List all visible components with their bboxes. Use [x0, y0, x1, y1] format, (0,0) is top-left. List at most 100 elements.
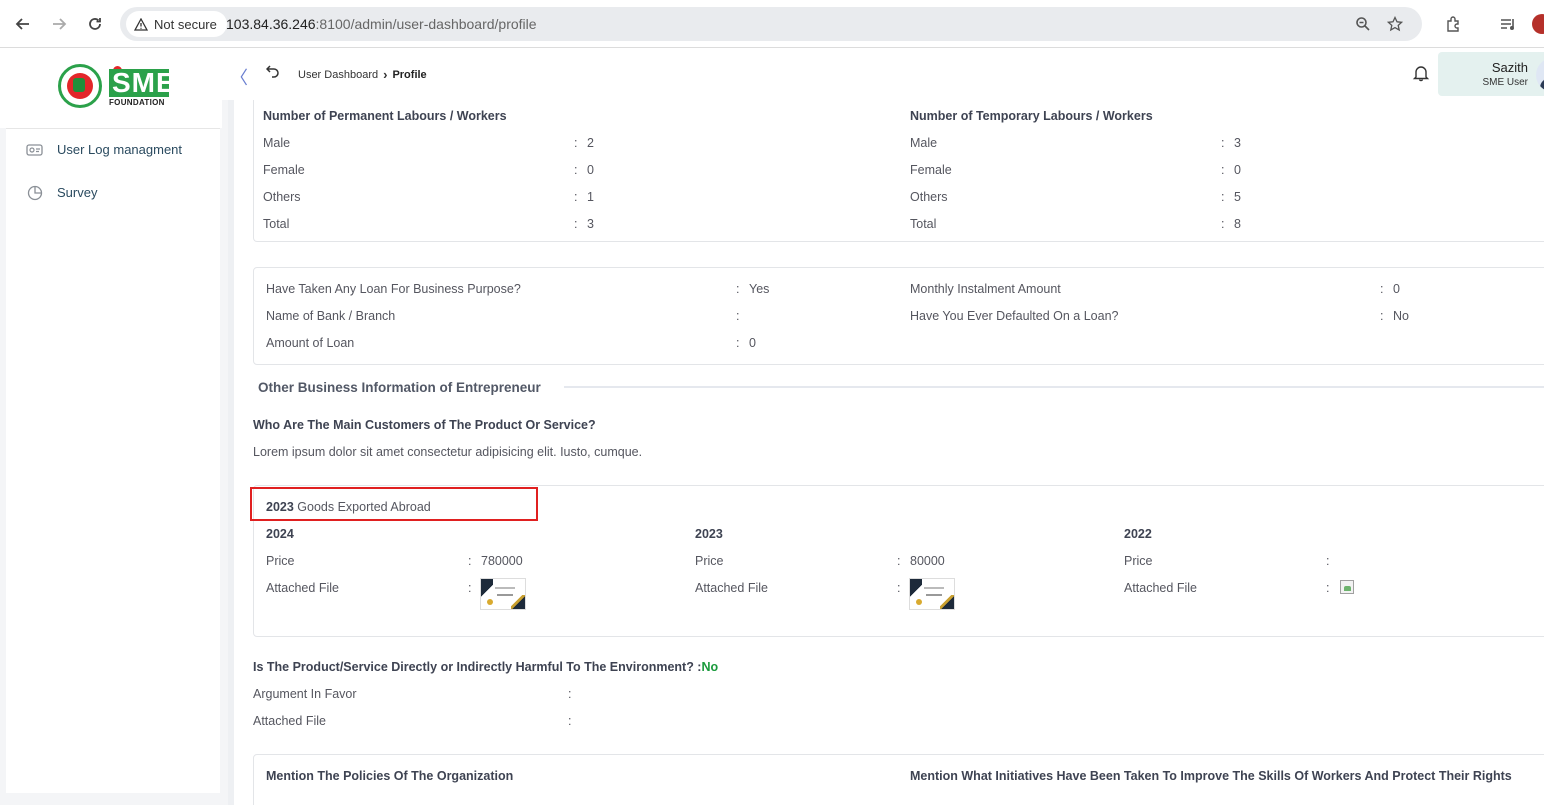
loan-card: Have Taken Any Loan For Business Purpose…: [253, 267, 1544, 365]
price-label: Price: [695, 554, 724, 568]
permanent-value: 1: [587, 190, 594, 204]
file-label: Attached File: [1124, 581, 1197, 595]
loan-label: Name of Bank / Branch: [266, 309, 396, 323]
user-name: Sazith: [1491, 60, 1528, 75]
url-path: :8100/admin/user-dashboard/profile: [315, 16, 537, 32]
back-arrow-icon[interactable]: [11, 12, 35, 36]
reload-icon[interactable]: [83, 12, 107, 36]
temporary-label: Female: [910, 163, 952, 177]
colon: :: [1326, 581, 1330, 595]
browser-profile-icon[interactable]: [1532, 14, 1544, 34]
log-icon: [26, 141, 43, 158]
policies-title: Mention The Policies Of The Organization: [266, 769, 514, 783]
price-label: Price: [1124, 554, 1153, 568]
colon: :: [468, 581, 472, 595]
pie-chart-icon: [26, 184, 43, 201]
colon: :: [1380, 282, 1384, 296]
colon: :: [736, 309, 740, 323]
sidebar-item-survey[interactable]: Survey: [26, 184, 97, 201]
sidebar-item-label: Survey: [57, 185, 98, 200]
colon: :: [1221, 163, 1225, 177]
security-label: Not secure: [154, 16, 217, 32]
price-value: 80000: [910, 554, 945, 568]
bookmark-star-icon[interactable]: [1386, 15, 1404, 33]
notification-bell-icon[interactable]: [1412, 64, 1432, 84]
temporary-label: Total: [910, 217, 937, 231]
colon: :: [736, 336, 740, 350]
avatar: [1536, 58, 1544, 92]
logo-subtext: FOUNDATION: [109, 98, 165, 107]
colon: :: [897, 554, 901, 568]
loan-label: Have You Ever Defaulted On a Loan?: [910, 309, 1119, 323]
temporary-value: 5: [1234, 190, 1241, 204]
price-label: Price: [266, 554, 295, 568]
extensions-icon[interactable]: [1442, 12, 1466, 36]
loan-value: Yes: [749, 282, 770, 296]
sidebar-item-user-log[interactable]: User Log managment: [26, 141, 182, 158]
section-title: Other Business Information of Entreprene…: [258, 380, 541, 395]
permanent-value: 3: [587, 217, 594, 231]
colon: :: [568, 714, 572, 728]
breadcrumb-current: Profile: [392, 68, 427, 81]
forward-arrow-icon[interactable]: [47, 12, 71, 36]
loan-value: No: [1393, 309, 1409, 323]
colon: :: [568, 687, 572, 701]
security-chip[interactable]: Not secure: [126, 11, 227, 37]
top-bar: 〈 User Dashboard › Profile Sazith SME Us…: [222, 48, 1544, 100]
temporary-value: 3: [1234, 136, 1241, 150]
loan-label: Amount of Loan: [266, 336, 355, 350]
permanent-value: 2: [587, 136, 594, 150]
colon: :: [574, 217, 578, 231]
colon: :: [574, 163, 578, 177]
loan-label: Have Taken Any Loan For Business Purpose…: [266, 282, 521, 296]
environment-question: Is The Product/Service Directly or Indir…: [253, 660, 718, 674]
zoom-icon[interactable]: [1354, 15, 1372, 33]
customers-question: Who Are The Main Customers of The Produc…: [253, 418, 596, 432]
export-year: 2022: [1124, 527, 1152, 541]
temporary-value: 8: [1234, 217, 1241, 231]
initiatives-title: Mention What Initiatives Have Been Taken…: [910, 769, 1512, 783]
permanent-label: Male: [263, 136, 291, 150]
address-bar[interactable]: Not secure 103.84.36.246:8100/admin/user…: [120, 7, 1422, 41]
temporary-label: Male: [910, 136, 938, 150]
breadcrumb-separator: ›: [383, 67, 388, 82]
customers-answer: Lorem ipsum dolor sit amet consectetur a…: [253, 445, 643, 459]
file-label: Attached File: [266, 581, 339, 595]
breadcrumb-parent[interactable]: User Dashboard: [298, 69, 378, 81]
temporary-labours-title: Number of Temporary Labours / Workers: [910, 109, 1153, 123]
user-menu[interactable]: Sazith SME User: [1438, 52, 1544, 96]
media-queue-icon[interactable]: [1496, 12, 1520, 36]
main-content: Number of Permanent Labours / Workers Ma…: [228, 100, 1544, 805]
argument-label: Argument In Favor: [253, 687, 357, 701]
environment-answer: No: [701, 660, 719, 674]
permanent-label: Female: [263, 163, 305, 177]
bangladesh-emblem-icon: [58, 64, 102, 108]
policies-card: Mention The Policies Of The Organization…: [253, 754, 1544, 805]
permanent-labours-title: Number of Permanent Labours / Workers: [263, 109, 507, 123]
collapse-sidebar-icon[interactable]: 〈: [230, 64, 248, 90]
browser-toolbar: Not secure 103.84.36.246:8100/admin/user…: [0, 0, 1544, 48]
user-role: SME User: [1482, 77, 1528, 88]
export-year: 2024: [266, 527, 294, 541]
back-icon[interactable]: [265, 64, 282, 80]
environment-file-label: Attached File: [253, 714, 326, 728]
section-divider: [564, 386, 1544, 388]
certificate-thumbnail[interactable]: [480, 578, 526, 611]
colon: :: [897, 581, 901, 595]
colon: :: [1221, 136, 1225, 150]
loan-value: 0: [1393, 282, 1400, 296]
sidebar-item-label: User Log managment: [57, 142, 183, 157]
permanent-label: Others: [263, 190, 301, 204]
colon: :: [1380, 309, 1384, 323]
url-text[interactable]: 103.84.36.246:8100/admin/user-dashboard/…: [226, 16, 537, 32]
warning-icon: [134, 17, 148, 31]
loan-value: 0: [749, 336, 756, 350]
certificate-thumbnail[interactable]: [909, 578, 955, 611]
broken-image-icon[interactable]: [1340, 580, 1354, 594]
colon: :: [574, 190, 578, 204]
url-host: 103.84.36.246: [226, 16, 316, 32]
environment-question-text: Is The Product/Service Directly or Indir…: [253, 660, 702, 674]
logo-area: SME FOUNDATION: [0, 48, 222, 128]
colon: :: [736, 282, 740, 296]
colon: :: [1221, 190, 1225, 204]
